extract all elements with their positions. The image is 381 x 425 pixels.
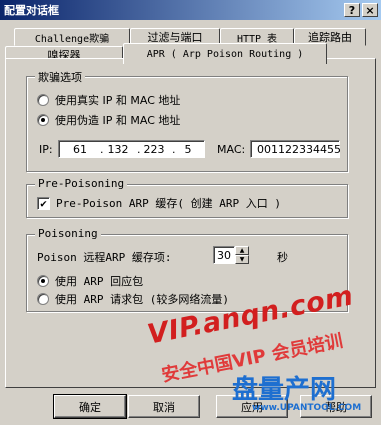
- title-bar: 配置对话框 ? ×: [0, 0, 381, 20]
- tab-challenge-spoof[interactable]: Challenge欺骗: [14, 28, 130, 46]
- mac-address-field[interactable]: 001122334455: [250, 140, 341, 158]
- prepoison-option[interactable]: ✔ Pre-Poison ARP 缓存( 创建 ARP 入口 ): [37, 195, 281, 211]
- spin-down-icon[interactable]: ▼: [235, 255, 249, 264]
- arp-request-option[interactable]: 使用 ARP 请求包 (较多网络流量): [37, 291, 229, 307]
- spoof-options-title: 欺骗选项: [35, 69, 85, 85]
- help-icon: ?: [348, 3, 356, 17]
- fake-ip-mac-label: 使用伪造 IP 和 MAC 地址: [55, 114, 181, 127]
- prepoison-label: Pre-Poison ARP 缓存( 创建 ARP 入口 ): [56, 197, 281, 210]
- ok-button[interactable]: 确定: [53, 394, 127, 419]
- checkmark-icon: ✔: [40, 196, 47, 210]
- poisoning-group: Poisoning Poison 远程ARP 缓存项: 30 ▲ ▼ 秒 使用 …: [26, 227, 348, 312]
- ip-octet-4[interactable]: 5: [173, 143, 203, 156]
- poison-interval-label: Poison 远程ARP 缓存项:: [37, 251, 172, 264]
- window-title: 配置对话框: [4, 4, 59, 17]
- close-button[interactable]: ×: [362, 3, 378, 17]
- apr-tab-panel: 欺骗选项 使用真实 IP 和 MAC 地址 使用伪造 IP 和 MAC 地址 I…: [5, 58, 376, 388]
- poison-interval-value: 30: [217, 249, 231, 262]
- poison-interval-unit: 秒: [277, 251, 288, 264]
- real-ip-mac-option[interactable]: 使用真实 IP 和 MAC 地址: [37, 92, 180, 108]
- poison-interval-input[interactable]: 30: [213, 246, 235, 264]
- help-button[interactable]: 帮助: [300, 395, 372, 418]
- tab-apr[interactable]: APR ( Arp Poison Routing ): [123, 43, 327, 64]
- mac-address-value: 001122334455: [257, 143, 341, 156]
- prepoison-checkbox[interactable]: ✔: [37, 196, 50, 210]
- arp-request-label: 使用 ARP 请求包 (较多网络流量): [55, 293, 229, 306]
- fake-ip-mac-option[interactable]: 使用伪造 IP 和 MAC 地址: [37, 112, 180, 128]
- close-icon: ×: [365, 3, 375, 17]
- prepoisoning-title: Pre-Poisoning: [35, 177, 128, 190]
- spin-up-icon[interactable]: ▲: [235, 246, 249, 255]
- prepoisoning-group: Pre-Poisoning ✔ Pre-Poison ARP 缓存( 创建 AR…: [26, 177, 348, 218]
- help-title-button[interactable]: ?: [344, 3, 360, 17]
- poison-interval-spinner[interactable]: ▲ ▼: [235, 246, 249, 264]
- ip-octet-1[interactable]: 61: [65, 143, 95, 156]
- fake-ip-mac-radio[interactable]: [37, 114, 49, 126]
- ip-address-field[interactable]: 61 . 132 . 223 . 5: [58, 140, 205, 158]
- poisoning-title: Poisoning: [35, 227, 101, 240]
- ip-octet-3[interactable]: 223: [139, 143, 169, 156]
- real-ip-mac-label: 使用真实 IP 和 MAC 地址: [55, 94, 181, 107]
- arp-reply-label: 使用 ARP 回应包: [55, 275, 144, 288]
- ip-octet-2[interactable]: 132: [103, 143, 133, 156]
- arp-request-radio[interactable]: [37, 293, 49, 305]
- apply-button[interactable]: 应用: [216, 395, 288, 418]
- mac-label: MAC:: [217, 143, 246, 156]
- cancel-button[interactable]: 取消: [128, 395, 200, 418]
- spoof-options-group: 欺骗选项 使用真实 IP 和 MAC 地址 使用伪造 IP 和 MAC 地址 I…: [26, 69, 348, 172]
- ip-label: IP:: [39, 143, 53, 156]
- arp-reply-radio[interactable]: [37, 275, 49, 287]
- real-ip-mac-radio[interactable]: [37, 94, 49, 106]
- arp-reply-option[interactable]: 使用 ARP 回应包: [37, 273, 143, 289]
